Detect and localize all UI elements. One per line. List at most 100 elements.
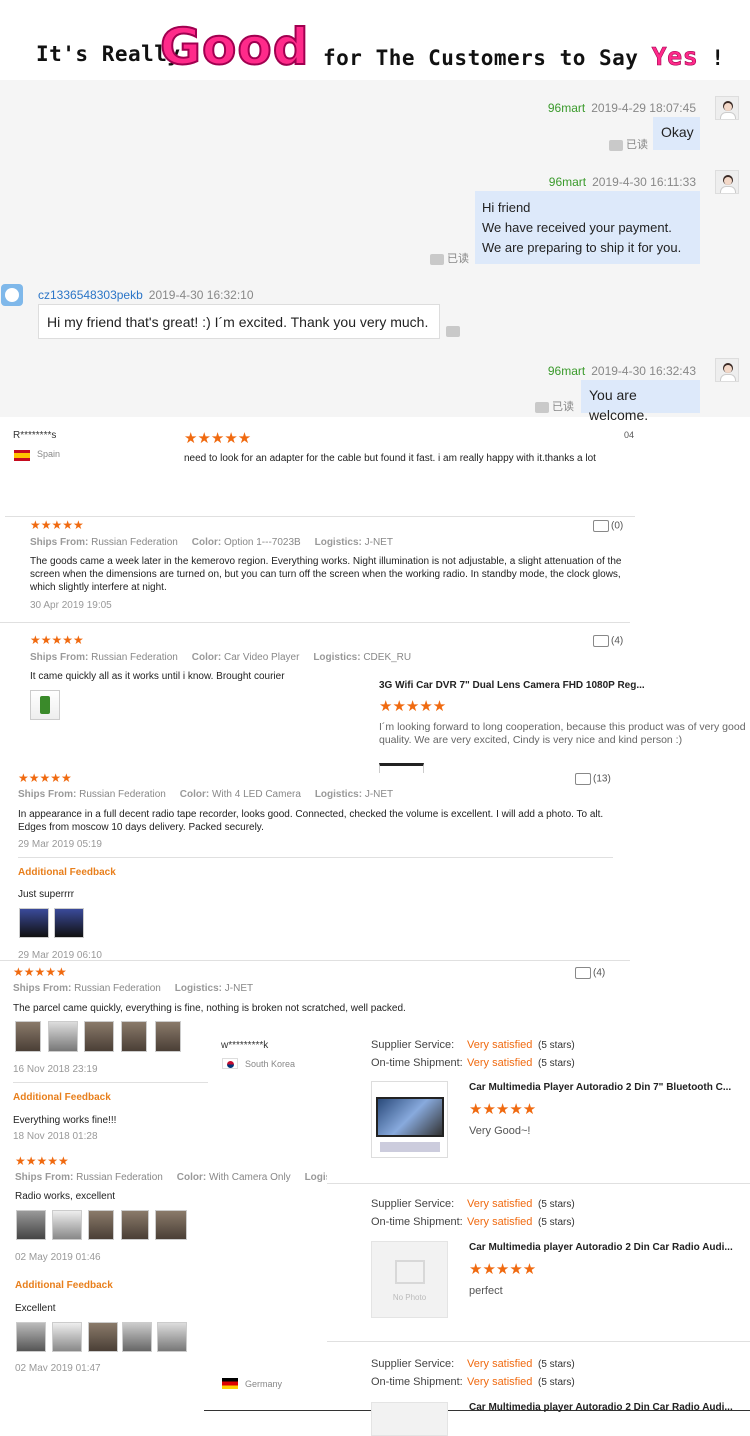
review-photo[interactable] xyxy=(122,1322,152,1352)
supplier-service-label: Supplier Service: xyxy=(371,1198,455,1210)
banner-yes: Yes xyxy=(651,42,699,72)
review-meta: Ships From: Russian Federation Color: Op… xyxy=(30,537,393,548)
supplier-service-label: Supplier Service: xyxy=(371,1358,455,1370)
review-date: 30 Apr 2019 19:05 xyxy=(30,600,112,611)
review-photo[interactable] xyxy=(88,1210,114,1240)
no-photo-placeholder: No Photo xyxy=(371,1241,448,1318)
review-photo[interactable] xyxy=(15,1021,41,1052)
shipment-stars: (5 stars) xyxy=(538,1377,575,1388)
review-text: perfect xyxy=(469,1285,503,1297)
review-text: need to look for an adapter for the cabl… xyxy=(184,453,596,464)
review-photo[interactable] xyxy=(19,908,49,938)
like-button[interactable]: (4) xyxy=(575,967,605,979)
shipment-value: Very satisfied xyxy=(467,1216,533,1228)
shipment-label: On-time Shipment: xyxy=(371,1057,463,1069)
review-meta: Ships From: Russian Federation Color: Wi… xyxy=(15,1172,327,1183)
review-date: 29 Mar 2019 05:19 xyxy=(18,839,102,850)
chat-bubble: Okay xyxy=(653,117,700,150)
spain-flag-icon xyxy=(14,450,30,461)
rating-stars: ★★★★★ xyxy=(15,1154,69,1168)
divider xyxy=(13,1082,208,1083)
review-photo[interactable] xyxy=(379,763,424,773)
additional-feedback-text: Excellent xyxy=(15,1303,56,1314)
chat-bubble: Hi friend We have received your payment.… xyxy=(475,191,700,264)
review-photo[interactable] xyxy=(84,1021,114,1052)
divider xyxy=(5,516,635,517)
review-photo[interactable] xyxy=(48,1021,78,1052)
review-text: It came quickly all as it works until i … xyxy=(30,671,285,682)
review-photo[interactable] xyxy=(121,1210,149,1240)
divider xyxy=(327,1341,750,1342)
additional-feedback-label: Additional Feedback xyxy=(15,1280,113,1291)
like-button[interactable]: (0) xyxy=(593,520,623,532)
korea-flag-icon xyxy=(222,1058,238,1069)
product-link[interactable]: Car Multimedia player Autoradio 2 Din Ca… xyxy=(469,1242,733,1253)
product-image[interactable] xyxy=(371,1402,448,1436)
divider xyxy=(0,960,630,961)
like-button[interactable]: (4) xyxy=(593,635,623,647)
rating-stars: ★★★★★ xyxy=(13,965,67,979)
reviewer-country: Germany xyxy=(245,1379,283,1389)
reviewer-country: Spain xyxy=(37,449,61,459)
review-photo[interactable] xyxy=(16,1322,46,1352)
avatar xyxy=(715,358,739,382)
supplier-service-stars: (5 stars) xyxy=(538,1199,575,1210)
review-text: The parcel came quickly, everything is f… xyxy=(13,1003,406,1014)
review-photo[interactable] xyxy=(52,1210,82,1240)
supplier-service-label: Supplier Service: xyxy=(371,1039,455,1051)
banner-part2: for The Customers to Say Yes ! xyxy=(323,42,725,72)
additional-feedback-label: Additional Feedback xyxy=(13,1092,111,1103)
review-photo[interactable] xyxy=(54,908,84,938)
rating-stars: ★★★★★ xyxy=(18,771,72,785)
rating-stars: ★★★★★ xyxy=(379,698,447,715)
review-photo[interactable] xyxy=(155,1021,181,1052)
review-meta: Ships From: Russian Federation Color: Ca… xyxy=(30,652,412,663)
review-text: The goods came a week later in the kemer… xyxy=(30,556,622,593)
rating-stars: ★★★★★ xyxy=(184,430,252,447)
supplier-service-stars: (5 stars) xyxy=(538,1040,575,1051)
shipment-stars: (5 stars) xyxy=(538,1058,575,1069)
product-link[interactable]: Car Multimedia player Autoradio 2 Din Ca… xyxy=(469,1402,733,1413)
divider xyxy=(327,1183,750,1184)
review-meta: Ships From: Russian Federation Logistics… xyxy=(13,983,254,994)
additional-feedback-text: Everything works fine!!! xyxy=(13,1115,117,1126)
rating-stars: ★★★★★ xyxy=(469,1261,537,1278)
review-photo[interactable] xyxy=(16,1210,46,1240)
avatar-user xyxy=(1,284,23,306)
review-text: Radio works, excellent xyxy=(15,1191,116,1202)
chat-header-2: 96mart 2019-4-30 16:11:33 xyxy=(548,175,696,189)
avatar xyxy=(715,96,739,120)
banner-part1: It's Really xyxy=(36,42,181,66)
like-button[interactable]: (13) xyxy=(575,773,611,785)
read-status: 已读 xyxy=(535,398,574,414)
shipment-label: On-time Shipment: xyxy=(371,1376,463,1388)
product-link[interactable]: Car Multimedia Player Autoradio 2 Din 7"… xyxy=(469,1082,731,1093)
read-status: 已读 xyxy=(430,250,469,266)
chat-header-3: cz1336548303pekb 2019-4-30 16:32:10 xyxy=(38,288,254,302)
rating-stars: ★★★★★ xyxy=(30,518,84,532)
shipment-label: On-time Shipment: xyxy=(371,1216,463,1228)
review-text: In appearance in a full decent radio tap… xyxy=(18,809,604,833)
product-link[interactable]: 3G Wifi Car DVR 7" Dual Lens Camera FHD … xyxy=(379,680,645,691)
review-photo[interactable] xyxy=(121,1021,147,1052)
chat-bubble: Hi my friend that's great! :) I´m excite… xyxy=(38,304,440,339)
avatar xyxy=(715,170,739,194)
product-image[interactable] xyxy=(371,1081,448,1158)
review-date: 18 Nov 2018 01:28 xyxy=(13,1131,98,1142)
shipment-value: Very satisfied xyxy=(467,1376,533,1388)
rating-stars: ★★★★★ xyxy=(469,1101,537,1118)
review-text: I´m looking forward to long cooperation,… xyxy=(379,721,746,746)
review-date: 16 Nov 2018 23:19 xyxy=(13,1064,98,1075)
additional-feedback-label: Additional Feedback xyxy=(18,867,116,878)
divider xyxy=(0,622,630,623)
review-photo[interactable] xyxy=(30,690,60,720)
supplier-service-stars: (5 stars) xyxy=(538,1359,575,1370)
review-corner: 04 xyxy=(624,430,635,440)
additional-feedback-text: Just superrrr xyxy=(18,889,75,900)
review-photo[interactable] xyxy=(155,1210,187,1240)
divider xyxy=(18,857,613,858)
review-photo[interactable] xyxy=(52,1322,82,1352)
review-photo[interactable] xyxy=(157,1322,187,1352)
reviewer-name: R********s xyxy=(13,430,57,441)
review-photo[interactable] xyxy=(88,1322,118,1352)
